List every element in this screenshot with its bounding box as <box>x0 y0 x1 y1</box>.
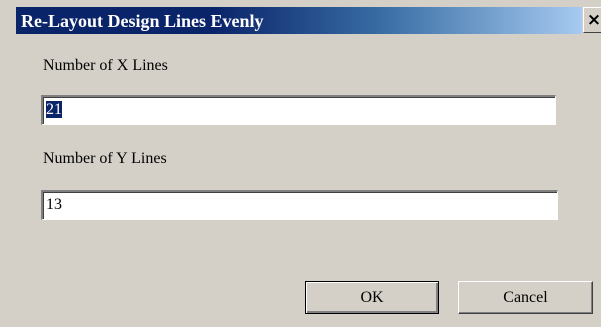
close-button[interactable]: × <box>583 7 601 33</box>
x-lines-input[interactable]: 21 <box>41 95 556 125</box>
dialog-title: Re-Layout Design Lines Evenly <box>21 11 264 31</box>
cancel-button[interactable]: Cancel <box>458 281 593 314</box>
close-icon: × <box>586 10 601 30</box>
x-lines-value: 21 <box>46 101 62 118</box>
dialog-window: Re-Layout Design Lines Evenly × Number o… <box>0 0 601 327</box>
y-lines-value: 13 <box>46 196 62 213</box>
y-lines-input[interactable]: 13 <box>41 190 558 220</box>
x-lines-label: Number of X Lines <box>43 57 168 74</box>
y-lines-label: Number of Y Lines <box>43 150 167 167</box>
ok-button[interactable]: OK <box>305 281 439 314</box>
title-bar[interactable]: Re-Layout Design Lines Evenly × <box>0 0 601 36</box>
